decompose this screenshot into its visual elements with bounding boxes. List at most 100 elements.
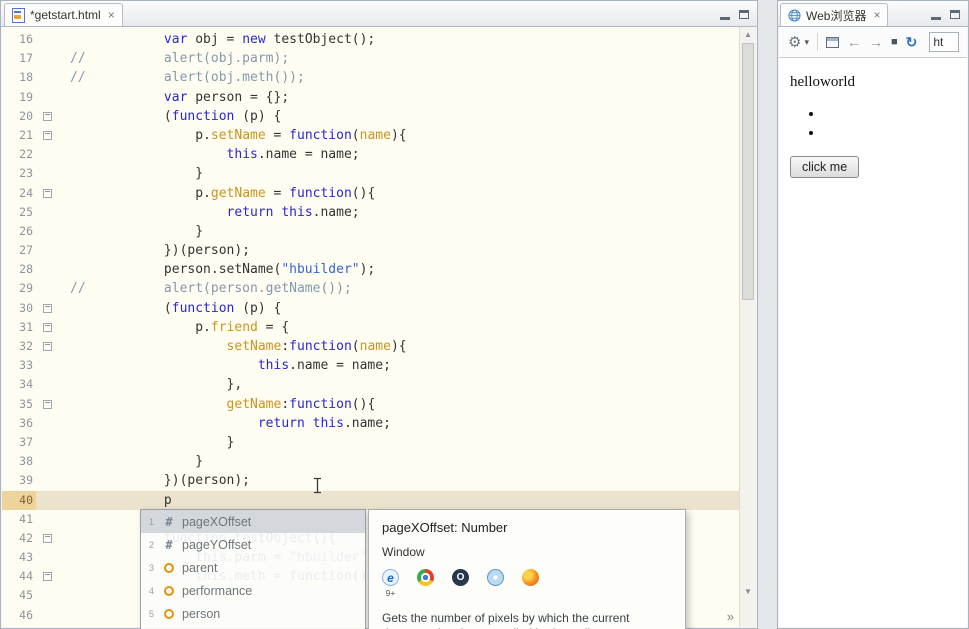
click-me-button[interactable]: click me (790, 156, 860, 178)
fold-collapse-icon[interactable]: − (43, 341, 52, 351)
line-number: 18 (19, 70, 33, 85)
code-line[interactable]: 28 person.setName("hbuilder"); (2, 260, 739, 279)
item-index: 1 (148, 516, 154, 527)
close-tab-icon[interactable]: × (873, 9, 880, 21)
code-text: p.getName = function(){ (58, 184, 739, 203)
html-file-icon (12, 7, 25, 23)
autocomplete-item[interactable]: 3 parent (141, 556, 365, 579)
back-icon[interactable]: ← (847, 35, 861, 49)
code-token: var (163, 32, 188, 47)
scrollbar-thumb[interactable] (742, 43, 754, 300)
forward-icon[interactable]: → (869, 35, 883, 49)
page-heading: helloworld (790, 74, 855, 90)
fold-collapse-icon[interactable]: − (43, 187, 52, 198)
code-line[interactable]: 17 // alert(obj.parm); (2, 49, 739, 68)
code-line[interactable]: 16 var obj = new testObject(); (2, 30, 739, 49)
code-token: ( (70, 108, 172, 124)
editor-window-buttons (720, 8, 749, 20)
code-line[interactable]: 18 // alert(obj.meth()); (2, 68, 739, 87)
item-index: 3 (148, 562, 154, 573)
fold-gutter: − (36, 529, 58, 548)
settings-dropdown-caret-icon[interactable]: ▾ (804, 37, 809, 47)
code-line[interactable]: 27 })(person); (2, 241, 739, 260)
code-line[interactable]: 35− getName:function(){ (2, 395, 739, 414)
fold-gutter (36, 145, 58, 164)
line-number: 35 (19, 396, 33, 411)
code-token: (p) { (234, 108, 282, 124)
code-text: (function (p) { (58, 107, 739, 126)
version-badge: 9+ (385, 588, 396, 598)
code-line[interactable]: 23 } (2, 164, 739, 183)
fold-collapse-icon[interactable]: − (43, 398, 52, 409)
code-line[interactable]: 19 var person = {}; (2, 88, 739, 107)
maximize-icon[interactable] (950, 9, 960, 19)
line-number: 41 (19, 511, 33, 526)
close-tab-icon[interactable]: × (108, 9, 115, 21)
editor-tabbar: *getstart.html × (1, 1, 757, 27)
code-token: "hbuilder" (281, 262, 360, 278)
doc-description: Gets the number of pixels by which the c… (382, 611, 630, 629)
maximize-icon[interactable] (739, 9, 749, 19)
code-line[interactable]: 36 return this.name; (2, 414, 739, 433)
doc-title: pageXOffset: Number (382, 520, 508, 535)
stop-icon[interactable]: ■ (891, 36, 898, 48)
fold-collapse-icon[interactable]: − (43, 302, 52, 313)
scroll-up-arrow-icon[interactable]: ▲ (740, 27, 756, 42)
code-token: this (257, 358, 290, 374)
tab-getstart-html[interactable]: *getstart.html × (4, 3, 123, 26)
vertical-scrollbar[interactable]: ▲ ▼ (739, 27, 756, 627)
code-token: }, (70, 377, 243, 393)
settings-gear-icon[interactable]: ⚙ (788, 35, 801, 50)
url-input[interactable]: ht (929, 32, 960, 52)
fold-collapse-icon[interactable]: − (43, 321, 52, 332)
code-line[interactable]: 24− p.getName = function(){ (2, 184, 739, 203)
code-line[interactable]: 20− (function (p) { (2, 107, 739, 126)
safari-support (487, 569, 504, 586)
refresh-icon[interactable]: ↻ (906, 35, 918, 49)
code-line[interactable]: 33 this.name = name; (2, 356, 739, 375)
code-line[interactable]: 32− setName:function(name){ (2, 337, 739, 356)
code-line[interactable]: 40 p (2, 490, 739, 510)
line-number: 24 (19, 185, 33, 200)
firefox-support (522, 569, 539, 586)
fold-gutter (36, 164, 58, 183)
fold-collapse-icon[interactable]: − (43, 571, 52, 582)
code-token: p. (70, 185, 211, 201)
minimize-icon[interactable] (720, 8, 730, 20)
code-line[interactable]: 29 // alert(person.getName()); (2, 279, 739, 298)
fold-collapse-icon[interactable]: − (43, 110, 52, 121)
autocomplete-item[interactable]: 1 # pageXOffset (141, 510, 365, 533)
fold-collapse-icon[interactable]: − (43, 532, 52, 543)
item-label: performance (182, 583, 253, 598)
minimize-icon[interactable] (931, 8, 941, 20)
code-line[interactable]: 34 }, (2, 375, 739, 394)
line-number: 46 (19, 607, 33, 622)
external-browser-icon[interactable] (825, 36, 839, 48)
autocomplete-item[interactable]: 4 performance (141, 579, 365, 602)
code-line[interactable]: 22 this.name = name; (2, 145, 739, 164)
code-line[interactable]: 30− (function (p) { (2, 299, 739, 318)
ie-support: e 9+ (382, 569, 399, 598)
autocomplete-item[interactable]: 5 person (141, 602, 365, 625)
fold-collapse-icon[interactable]: − (43, 129, 52, 140)
tab-web-browser[interactable]: Web浏览器 × (780, 3, 889, 26)
code-line[interactable]: 38 } (2, 452, 739, 471)
code-token: .name = name; (289, 358, 391, 374)
code-text: } (58, 433, 739, 452)
fold-gutter (36, 452, 58, 471)
scroll-down-arrow-icon[interactable]: ▼ (740, 584, 756, 599)
code-line[interactable]: 39 })(person); (2, 471, 739, 490)
autocomplete-item[interactable]: 2 # pageYOffset (141, 533, 365, 556)
code-token: person = {}; (187, 89, 290, 105)
line-number: 23 (19, 166, 33, 181)
code-line[interactable]: 21− p.setName = function(name){ (2, 126, 739, 145)
code-line[interactable]: 37 } (2, 433, 739, 452)
code-line[interactable]: 25 return this.name; (2, 203, 739, 222)
code-line[interactable]: 26 } (2, 222, 739, 241)
fold-gutter (36, 510, 58, 529)
line-number: 39 (19, 473, 33, 488)
code-line[interactable]: 31− p.friend = { (2, 318, 739, 337)
horizontal-scroll-arrow-icon[interactable]: » (727, 610, 734, 623)
